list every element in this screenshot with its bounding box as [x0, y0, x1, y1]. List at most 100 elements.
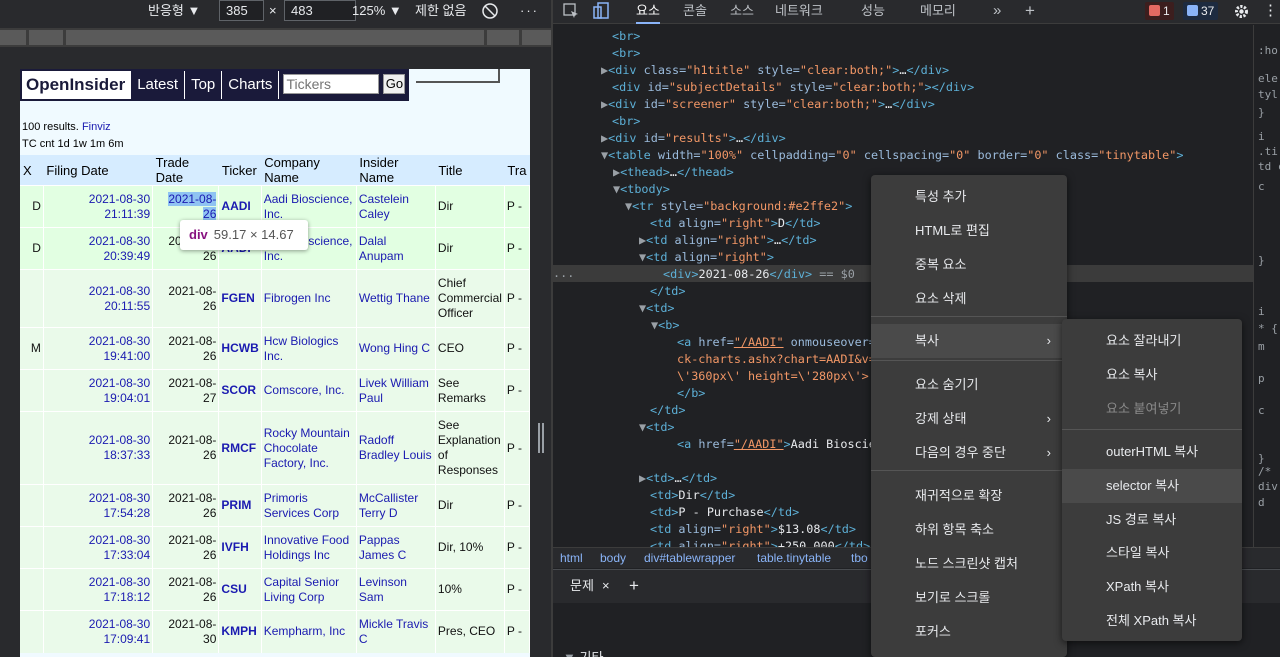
styles-pane-text[interactable]: } [1258, 254, 1265, 267]
styles-pane-text[interactable]: c [1258, 404, 1265, 417]
styles-pane-text[interactable]: m [1258, 340, 1265, 353]
nav-charts[interactable]: Charts [221, 71, 279, 99]
dom-line[interactable]: ▶<td align="right">…</td> [639, 232, 817, 249]
site-logo[interactable]: OpenInsider [22, 71, 131, 99]
more-tabs-icon[interactable]: » [993, 0, 1001, 22]
menu-item-duplicate-element[interactable]: 중복 요소 [871, 248, 1067, 282]
dom-line[interactable]: <br> [612, 45, 640, 62]
cell-insider[interactable]: Dalal Anupam [356, 227, 436, 270]
cell-ticker-text[interactable]: PRIM [221, 498, 251, 512]
menu-item-capture-node-screenshot[interactable]: 노드 스크린샷 캡처 [871, 547, 1067, 581]
inspect-element-icon[interactable] [563, 0, 579, 26]
col-ticker[interactable]: Ticker [218, 155, 262, 186]
cell-filing-date-text[interactable]: 2021-08-30 17:18:12 [89, 575, 150, 604]
tab-performance[interactable]: 성능 [861, 0, 885, 22]
cell-filing-date[interactable]: 2021-08-30 17:54:28 [43, 484, 154, 527]
styles-pane-text[interactable]: /* [1258, 465, 1271, 478]
dom-line[interactable]: ▼<td align="right"> [639, 249, 774, 266]
cell-company-text[interactable]: Fibrogen Inc [264, 291, 331, 305]
cell-insider-text[interactable]: Dalal Anupam [359, 234, 404, 263]
cell-insider[interactable]: Livek William Paul [356, 369, 436, 412]
tab-sources[interactable]: 소스 [730, 0, 754, 22]
styles-pane-text[interactable]: d [1258, 496, 1265, 509]
dom-line[interactable]: ▶<thead>…</thead> [613, 164, 734, 181]
dom-line[interactable]: <td align="right">$13.08</td> [650, 521, 856, 538]
dom-line[interactable]: <td>Dir</td> [650, 487, 735, 504]
menu-item-expand-recursively[interactable]: 재귀적으로 확장 [871, 479, 1067, 513]
cell-filing-date-text[interactable]: 2021-08-30 17:09:41 [89, 617, 150, 646]
nav-latest[interactable]: Latest [130, 71, 185, 99]
cell-insider[interactable]: Pappas James C [356, 526, 436, 569]
styles-pane-text[interactable]: div [1258, 480, 1278, 493]
submenu-item-copy-xpath[interactable]: XPath 복사 [1062, 570, 1242, 604]
cell-filing-date-text[interactable]: 2021-08-30 21:11:39 [89, 192, 150, 221]
node-ellipsis[interactable]: ... [553, 265, 574, 282]
cell-insider[interactable]: Mickle Travis C [356, 610, 436, 653]
cell-filing-date-text[interactable]: 2021-08-30 18:37:33 [89, 433, 150, 462]
cell-insider-text[interactable]: Wong Hing C [359, 341, 430, 355]
cell-filing-date[interactable]: 2021-08-30 20:39:49 [43, 227, 154, 270]
cell-insider[interactable]: Wettig Thane [356, 269, 436, 328]
cell-ticker-text[interactable]: SCOR [221, 383, 256, 397]
cell-insider-text[interactable]: Wettig Thane [359, 291, 430, 305]
cell-insider-text[interactable]: McCallister Terry D [359, 491, 418, 520]
styles-pane-text[interactable]: p [1258, 372, 1265, 385]
cell-filing-date-text[interactable]: 2021-08-30 20:11:55 [89, 284, 150, 313]
breadcrumb-tinytable[interactable]: table.tinytable [757, 548, 831, 568]
cell-company-text[interactable]: Rocky Mountain Chocolate Factory, Inc. [264, 426, 350, 470]
cell-ticker-text[interactable]: AADI [221, 199, 250, 213]
cell-insider[interactable]: Levinson Sam [356, 568, 436, 611]
cell-company[interactable]: Innovative Food Holdings Inc [261, 526, 357, 569]
settings-gear-icon[interactable] [1233, 0, 1250, 27]
rotate-icon[interactable] [481, 0, 499, 22]
cell-ticker-text[interactable]: RMCF [221, 441, 256, 455]
cell-ticker-text[interactable]: FGEN [221, 291, 254, 305]
cell-filing-date[interactable]: 2021-08-30 18:37:33 [43, 411, 154, 485]
dom-line[interactable]: <td align="right">+250,000</td> [650, 538, 870, 547]
cell-company[interactable]: Hcw Biologics Inc. [261, 327, 357, 370]
dom-line[interactable]: ▶<div class="h1title" style="clear:both;… [601, 62, 949, 79]
dom-line[interactable]: ▼<table width="100%" cellpadding="0" cel… [601, 147, 1184, 164]
cell-company-text[interactable]: Comscore, Inc. [264, 383, 345, 397]
submenu-item-copy-selector[interactable]: selector 복사 [1062, 469, 1242, 503]
cell-company[interactable]: Capital Senior Living Corp [261, 568, 357, 611]
kebab-menu-icon[interactable]: ⋮ [1263, 0, 1278, 22]
dom-line[interactable]: ▶<td>…</td> [639, 470, 717, 487]
dom-line[interactable]: ▶<div id="results">…</div> [601, 130, 786, 147]
cell-company-text[interactable]: Innovative Food Holdings Inc [264, 533, 349, 562]
col-x[interactable]: X [20, 155, 44, 186]
cell-insider[interactable]: Radoff Bradley Louis [356, 411, 436, 485]
cell-ticker[interactable]: PRIM [218, 484, 262, 527]
dom-line[interactable]: </b> [677, 385, 705, 402]
styles-pane-text[interactable]: * { [1258, 322, 1278, 335]
styles-pane-text[interactable]: } [1258, 106, 1265, 119]
viewport-height-input[interactable]: 483 [284, 0, 356, 21]
col-trade-type[interactable]: Tra [504, 155, 530, 186]
styles-pane-text[interactable]: tyl [1258, 88, 1278, 101]
cell-filing-date[interactable]: 2021-08-30 20:11:55 [43, 269, 154, 328]
styles-pane-text[interactable]: .ti [1258, 145, 1278, 158]
cell-insider-text[interactable]: Livek William Paul [359, 376, 429, 405]
cell-insider-text[interactable]: Mickle Travis C [359, 617, 428, 646]
styles-pane-text[interactable]: ele [1258, 72, 1278, 85]
add-drawer-tab-icon[interactable]: + [629, 570, 639, 602]
cell-ticker[interactable]: FGEN [218, 269, 262, 328]
col-insider[interactable]: Insider Name [356, 155, 436, 186]
submenu-item-copy-styles[interactable]: 스타일 복사 [1062, 536, 1242, 570]
dom-line[interactable]: </td> [650, 283, 686, 300]
submenu-item-cut-element[interactable]: 요소 잘라내기 [1062, 324, 1242, 358]
dom-line[interactable]: ▼<tr style="background:#e2ffe2"> [625, 198, 852, 215]
cell-insider[interactable]: Wong Hing C [356, 327, 436, 370]
cell-filing-date[interactable]: 2021-08-30 21:11:39 [43, 185, 154, 228]
cell-ticker[interactable]: SCOR [218, 369, 262, 412]
cell-insider-text[interactable]: Castelein Caley [359, 192, 409, 221]
viewport-width-input[interactable]: 385 [219, 0, 264, 21]
cell-company-text[interactable]: Kempharm, Inc [264, 624, 345, 638]
submenu-item-copy-outerhtml[interactable]: outerHTML 복사 [1062, 435, 1242, 469]
tab-network[interactable]: 네트워크 [775, 0, 823, 22]
cell-ticker[interactable]: HCWB [218, 327, 262, 370]
add-tab-icon[interactable]: + [1025, 0, 1035, 22]
cell-filing-date[interactable]: 2021-08-30 17:09:41 [43, 610, 154, 653]
col-filing-date[interactable]: Filing Date [43, 155, 153, 186]
nav-top[interactable]: Top [184, 71, 222, 99]
